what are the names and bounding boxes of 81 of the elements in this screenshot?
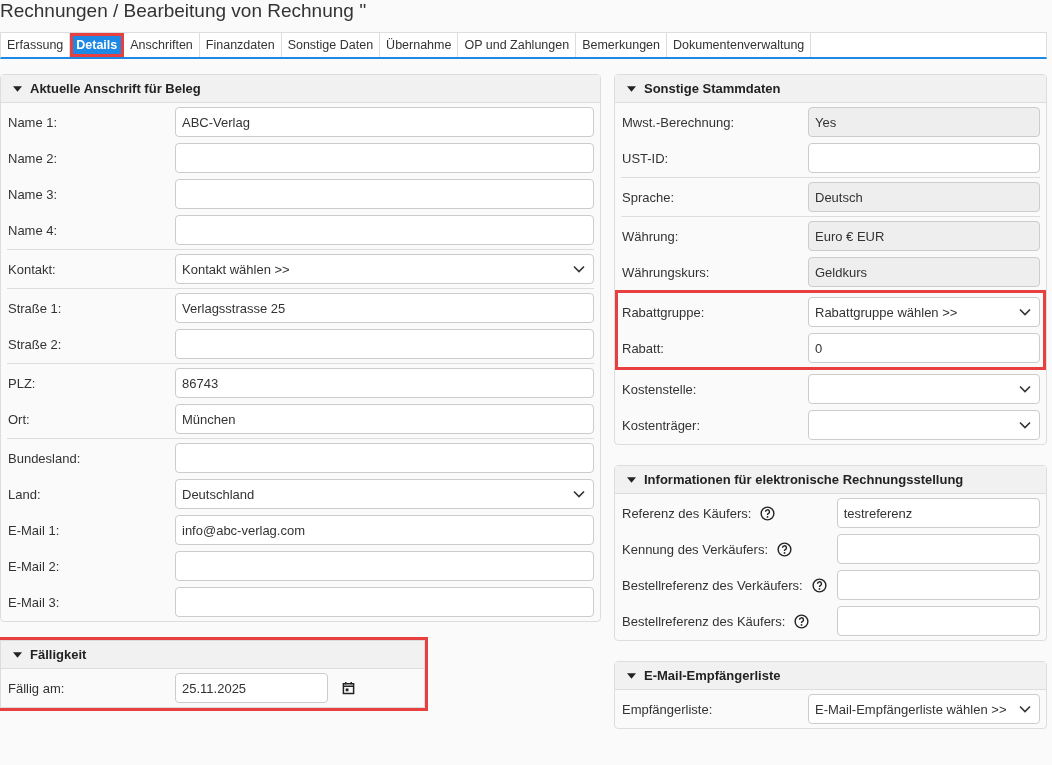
field-label: Name 3: <box>8 186 58 202</box>
dropdown[interactable] <box>808 410 1040 440</box>
field-label: Kostenträger: <box>622 417 701 433</box>
panel-header[interactable]: Fälligkeit <box>1 641 424 669</box>
input-field[interactable] <box>175 143 594 173</box>
field-label: Land: <box>8 486 41 502</box>
chevron-down-icon <box>1019 421 1031 429</box>
readonly-field: Deutsch <box>808 182 1040 212</box>
field-label: Name 1: <box>8 114 58 130</box>
field-label: Straße 2: <box>8 336 62 352</box>
panel-header[interactable]: E-Mail-Empfängerliste <box>615 662 1046 690</box>
page-title: Rechnungen / Bearbeitung von Rechnung '' <box>0 0 368 23</box>
field-label: Währungskurs: <box>622 264 710 280</box>
panel-title: Aktuelle Anschrift für Beleg <box>30 81 201 96</box>
field-label: Referenz des Käufers: <box>622 505 752 521</box>
field-label: E-Mail 2: <box>8 558 60 574</box>
panel-header[interactable]: Aktuelle Anschrift für Beleg <box>1 75 600 103</box>
input-field[interactable] <box>836 534 1040 564</box>
input-field[interactable]: 0 <box>808 333 1040 363</box>
help-icon[interactable] <box>760 505 776 521</box>
input-field[interactable] <box>836 606 1040 636</box>
chevron-down-icon <box>1019 705 1031 713</box>
input-field[interactable]: info@abc-verlag.com <box>175 515 594 545</box>
panel-header[interactable]: Sonstige Stammdaten <box>615 75 1046 103</box>
field-label: Fällig am: <box>8 680 65 696</box>
panel-header[interactable]: Informationen für elektronische Rechnungsstellung <box>615 466 1046 494</box>
field-label: Mwst.-Berechnung: <box>622 114 734 130</box>
input-field[interactable]: 86743 <box>175 368 594 398</box>
panel-title: Sonstige Stammdaten <box>644 81 781 96</box>
field-label: E-Mail 1: <box>8 522 60 538</box>
input-field[interactable] <box>175 329 594 359</box>
input-field[interactable] <box>175 443 594 473</box>
input-field[interactable]: ABC-Verlag <box>175 107 594 137</box>
dropdown[interactable]: Kontakt wählen >> <box>175 254 594 284</box>
dropdown[interactable]: E-Mail-Empfängerliste wählen >> <box>808 694 1040 724</box>
input-field[interactable] <box>175 587 594 617</box>
field-label: PLZ: <box>8 375 36 391</box>
date-field[interactable]: 25.11.2025 <box>175 673 328 703</box>
help-icon[interactable] <box>794 613 810 629</box>
field-label: UST-ID: <box>622 150 669 166</box>
field-label: Name 2: <box>8 150 58 166</box>
field-label: Kostenstelle: <box>622 381 697 397</box>
chevron-down-icon <box>1019 385 1031 393</box>
readonly-field: Geldkurs <box>808 257 1040 287</box>
field-label: Rabatt: <box>622 340 664 356</box>
panel-title: E-Mail-Empfängerliste <box>644 668 781 683</box>
chevron-down-icon <box>1019 308 1031 316</box>
panel-title: Informationen für elektronische Rechnungsstellung <box>644 472 964 487</box>
input-field[interactable]: München <box>175 404 594 434</box>
field-label: Bundesland: <box>8 450 81 466</box>
readonly-field: Yes <box>808 107 1040 137</box>
field-label: E-Mail 3: <box>8 594 60 610</box>
input-field[interactable] <box>175 215 594 245</box>
chevron-down-icon <box>573 265 585 273</box>
field-label: Straße 1: <box>8 300 62 316</box>
field-label: Bestellreferenz des Verkäufers: <box>622 577 803 593</box>
readonly-field: Euro € EUR <box>808 221 1040 251</box>
tab[interactable]: Details <box>70 33 125 57</box>
field-label: Kontakt: <box>8 261 56 277</box>
input-field[interactable]: testreferenz <box>836 498 1040 528</box>
field-label: Sprache: <box>622 189 675 205</box>
field-label: Kennung des Verkäufers: <box>622 541 768 557</box>
help-icon[interactable] <box>777 541 792 557</box>
field-label: Währung: <box>622 228 679 244</box>
field-label: Bestellreferenz des Käufers: <box>622 613 786 629</box>
dropdown[interactable]: Deutschland <box>175 479 594 509</box>
input-field[interactable] <box>175 179 594 209</box>
chevron-down-icon <box>573 490 585 498</box>
panel-title: Fälligkeit <box>30 647 87 662</box>
input-field[interactable] <box>175 551 594 581</box>
help-icon[interactable] <box>811 577 827 593</box>
dropdown[interactable] <box>808 374 1040 404</box>
input-field[interactable]: Verlagsstrasse 25 <box>175 293 594 323</box>
field-label: Ort: <box>8 411 30 427</box>
field-label: Empfängerliste: <box>622 701 713 717</box>
field-label: Rabattgruppe: <box>622 304 705 320</box>
calendar-icon[interactable] <box>342 681 355 695</box>
field-label: Name 4: <box>8 222 58 238</box>
dropdown[interactable]: Rabattgruppe wählen >> <box>808 297 1040 327</box>
input-field[interactable] <box>808 143 1040 173</box>
input-field[interactable] <box>836 570 1040 600</box>
